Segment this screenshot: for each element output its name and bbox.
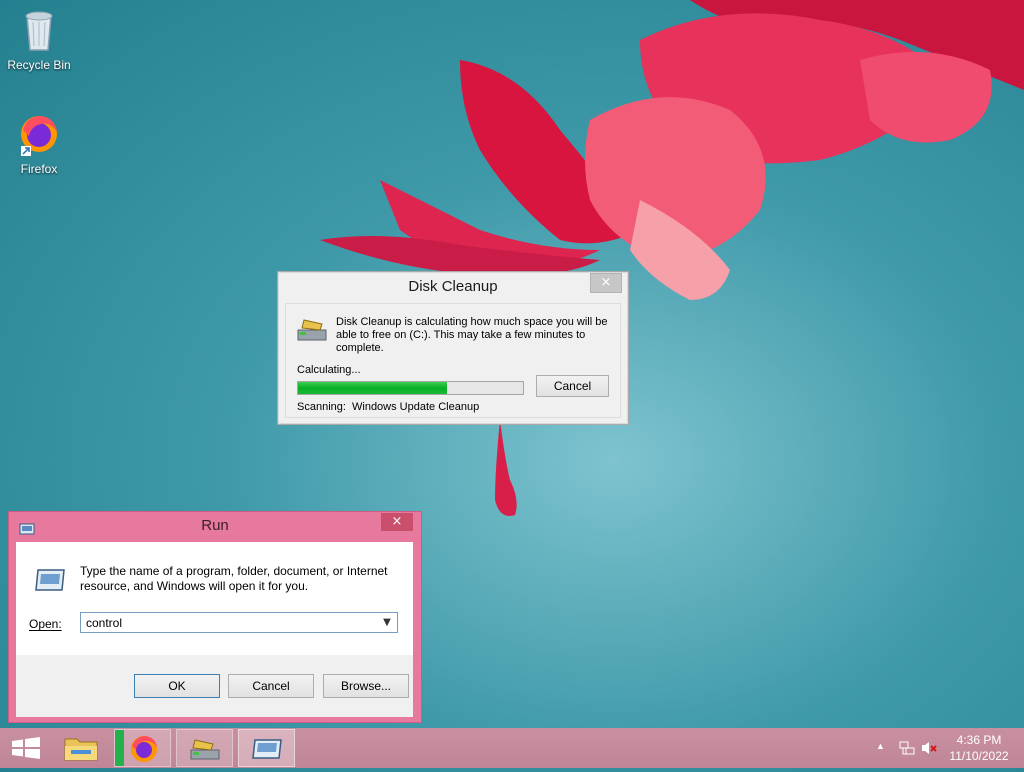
firefox-icon [131, 736, 157, 762]
start-button[interactable] [6, 729, 46, 767]
taskbar-firefox[interactable] [114, 729, 171, 767]
firefox-icon [15, 110, 63, 158]
open-combobox[interactable]: control ▼ [80, 612, 398, 633]
close-button[interactable]: × [381, 513, 413, 531]
run-icon [34, 568, 66, 592]
scanning-label: Scanning: [297, 401, 346, 413]
close-button[interactable]: × [590, 273, 622, 293]
recycle-bin-icon [15, 6, 63, 54]
cancel-button[interactable]: Cancel [228, 674, 314, 698]
open-input-value: control [86, 616, 123, 630]
clock-date: 11/10/2022 [949, 749, 1009, 763]
run-icon [252, 739, 282, 759]
chevron-down-icon[interactable]: ▼ [377, 613, 397, 632]
scanning-value: Windows Update Cleanup [352, 401, 480, 413]
status-message: Disk Cleanup is calculating how much spa… [336, 316, 608, 354]
volume-muted-icon[interactable] [920, 740, 938, 756]
dialog-title: Run [201, 517, 229, 534]
network-icon[interactable] [898, 740, 916, 756]
disk-cleanup-dialog: Disk Cleanup × Disk Cleanup is calculati… [277, 271, 629, 425]
taskbar: ▲ 4:36 PM 11/10/2022 [0, 728, 1024, 768]
browse-button[interactable]: Browse... [323, 674, 409, 698]
run-dialog: Run × Type the name of a program, folder… [8, 511, 422, 723]
dialog-content: Disk Cleanup is calculating how much spa… [285, 303, 621, 418]
system-tray: ▲ [874, 728, 937, 768]
progress-fill [298, 382, 447, 394]
clock[interactable]: 4:36 PM 11/10/2022 [940, 728, 1018, 768]
chevron-up-icon[interactable]: ▲ [876, 741, 885, 751]
ok-button[interactable]: OK [134, 674, 220, 698]
close-icon: × [391, 514, 403, 529]
dialog-content: Type the name of a program, folder, docu… [16, 542, 413, 717]
run-instructions: Type the name of a program, folder, docu… [80, 564, 388, 593]
desktop-icon-label: Firefox [20, 162, 58, 176]
dialog-message-area: Type the name of a program, folder, docu… [16, 542, 413, 655]
desktop-icon-recycle-bin[interactable]: Recycle Bin [3, 6, 75, 72]
close-icon: × [600, 275, 612, 290]
desktop-icon-firefox[interactable]: Firefox [3, 110, 75, 176]
disk-cleanup-icon [296, 316, 328, 344]
taskbar-disk-cleanup[interactable] [176, 729, 233, 767]
progress-bar [297, 381, 524, 395]
cancel-button[interactable]: Cancel [536, 375, 609, 397]
calculating-label: Calculating... [297, 364, 361, 376]
open-label: Open: [29, 617, 62, 631]
taskbar-file-explorer[interactable] [56, 729, 106, 767]
disk-cleanup-icon [190, 739, 220, 760]
taskbar-run[interactable] [238, 729, 295, 767]
dialog-title: Disk Cleanup [408, 278, 498, 295]
clock-time: 4:36 PM [956, 733, 1002, 747]
start-icon [12, 737, 40, 759]
file-explorer-icon [64, 738, 98, 761]
desktop-icon-label: Recycle Bin [7, 58, 71, 72]
